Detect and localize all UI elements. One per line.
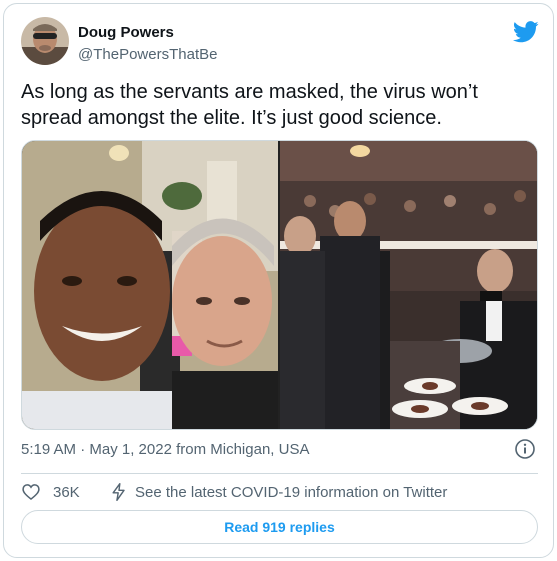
info-icon[interactable] [514, 438, 536, 460]
covid-info-link[interactable]: See the latest COVID-19 information on T… [135, 484, 447, 501]
divider [21, 473, 538, 474]
display-name[interactable]: Doug Powers [78, 24, 174, 41]
avatar[interactable] [21, 17, 69, 65]
twitter-bird-icon[interactable] [513, 21, 539, 43]
gala-photo[interactable] [280, 141, 537, 429]
like-count[interactable]: 36K [53, 484, 80, 501]
tweet-card: Doug Powers @ThePowersThatBe As long as … [3, 3, 554, 558]
tweet-timestamp[interactable]: 5:19 AM · May 1, 2022 from Michigan, USA [21, 441, 309, 458]
user-handle[interactable]: @ThePowersThatBe [78, 46, 217, 63]
read-replies-button[interactable]: Read 919 replies [21, 510, 538, 544]
heart-icon[interactable] [21, 482, 41, 502]
selfie-photo[interactable] [22, 141, 278, 429]
action-row: 36K See the latest COVID-19 information … [21, 480, 538, 504]
tweet-media[interactable] [21, 140, 538, 430]
tweet-text: As long as the servants are masked, the … [21, 81, 478, 129]
bolt-icon [112, 482, 125, 502]
